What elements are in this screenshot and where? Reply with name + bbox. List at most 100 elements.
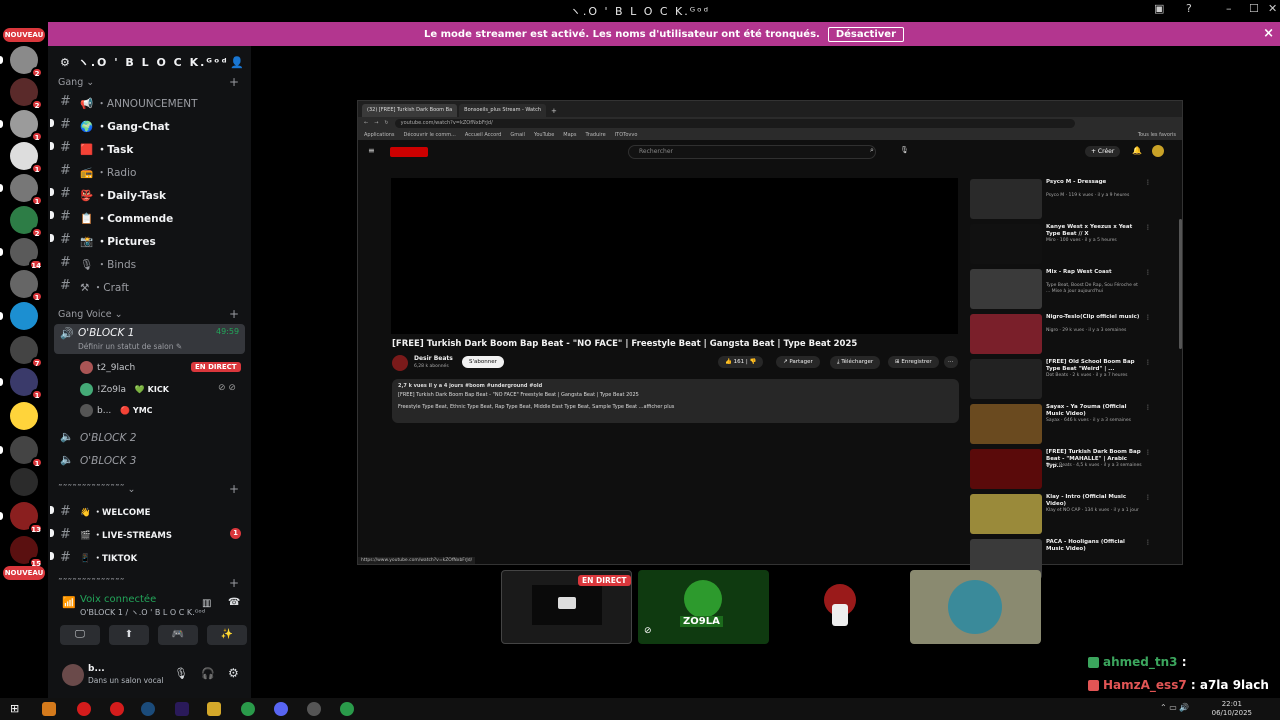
disconnect-icon[interactable]: ☎ — [228, 597, 240, 608]
bookmark-item[interactable]: Accueil Accord — [465, 132, 501, 138]
server-icon[interactable]: 14 — [0, 238, 43, 270]
account-avatar[interactable] — [1152, 145, 1164, 157]
chrome-icon-2[interactable] — [340, 702, 354, 716]
voice-channel-oblock-2[interactable]: 🔈 O'BLOCK 2 — [48, 428, 251, 448]
server-icon[interactable]: 2 — [10, 206, 43, 238]
channel-item[interactable]: # 📱 ・TIKTOK — [48, 548, 251, 568]
more-icon[interactable]: ⋮ — [1145, 539, 1151, 546]
youtube-logo[interactable] — [390, 147, 428, 157]
maximize-icon[interactable]: ☐ — [1249, 2, 1259, 15]
voice-user-2[interactable]: !Zo9la 💚 KICK — [80, 383, 169, 396]
add-channel-icon[interactable]: + — [229, 576, 239, 590]
start-icon[interactable]: ⊞ — [10, 702, 24, 716]
bookmark-item[interactable]: Découvrir le comm... — [404, 132, 456, 138]
notifications-icon[interactable]: 🔔 — [1132, 146, 1142, 155]
mic-icon[interactable]: 🎙 — [900, 146, 909, 154]
server-icon[interactable]: 13 — [0, 502, 43, 534]
category-gang-voice[interactable]: Gang Voice ⌄ + — [58, 307, 239, 321]
user-name[interactable]: b... — [88, 664, 105, 674]
obs-icon[interactable] — [307, 702, 321, 716]
recommendation-item[interactable]: [FREE] Old School Boom Bap Type Beat "We… — [970, 359, 1151, 399]
server-icon[interactable]: 2 — [10, 78, 43, 110]
voice-channel-active[interactable]: 🔊 O'BLOCK 1 49:59 Définir un statut de s… — [54, 324, 245, 354]
channel-item[interactable]: # 📻 ・Radio — [48, 161, 251, 181]
screen-share-button[interactable]: ⬆ — [109, 625, 149, 645]
opera-gx-icon[interactable] — [110, 702, 124, 716]
channel-item[interactable]: # 📸 ・Pictures — [48, 230, 251, 250]
subscribe-button[interactable]: S'abonner — [462, 356, 504, 368]
server-icon[interactable] — [10, 468, 38, 496]
recommendation-item[interactable]: Sayax - Ya 7ouma (Official Music Video) S… — [970, 404, 1151, 444]
video-button[interactable]: 🖵 — [60, 625, 100, 645]
bookmark-item[interactable]: Applications — [364, 132, 395, 138]
add-voice-channel-icon[interactable]: + — [229, 307, 239, 321]
microphone-icon[interactable]: 🎙 — [174, 667, 188, 680]
voice-location[interactable]: O'BLOCK 1 / ヽ.O ' B L O C K.ᴳᵒᵈ — [80, 607, 205, 618]
help-icon[interactable]: ? — [1186, 2, 1192, 15]
guild-header[interactable]: ⚙ ヽ.O ' B L O C K.ᴳᵒᵈ ⌄ 👤 — [48, 46, 251, 78]
category-fourth[interactable]: ˜˜˜˜˜˜˜˜˜˜˜˜˜˜ + — [58, 576, 239, 590]
forward-icon[interactable]: → — [374, 120, 378, 126]
voice-user-1[interactable]: t2_9lach — [80, 361, 135, 374]
share-button[interactable]: ↗ Partager — [776, 356, 820, 368]
create-button[interactable]: + Créer — [1085, 146, 1121, 157]
server-icon[interactable]: 1 — [10, 270, 43, 302]
server-icon[interactable]: 2 — [0, 46, 43, 78]
noise-suppression-icon[interactable]: ▥ — [202, 598, 211, 609]
bookmark-item[interactable]: ITOTovvo — [615, 132, 638, 138]
more-icon[interactable]: ⋮ — [1145, 179, 1151, 186]
channel-item[interactable]: # 👋 ・WELCOME — [48, 502, 251, 522]
steam-icon[interactable] — [141, 702, 155, 716]
tray-icons[interactable]: ⌃ ▭ 🔊 — [1160, 703, 1189, 712]
stream-tile-avatar[interactable] — [910, 570, 1041, 644]
inbox-icon[interactable]: ▣ — [1154, 2, 1164, 15]
opera-icon[interactable] — [77, 702, 91, 716]
bookmark-item[interactable]: Maps — [563, 132, 576, 138]
recommendation-item[interactable]: Nigro-Teslo(Clip officiel music) Nigro · … — [970, 314, 1151, 354]
activity-button[interactable]: 🎮 — [158, 625, 198, 645]
settings-icon[interactable]: ⚙ — [228, 666, 239, 680]
more-icon[interactable]: ⋮ — [1145, 224, 1151, 231]
address-bar[interactable]: youtube.com/watch?v=kZOfNxbFrJd/ — [394, 118, 1075, 128]
server-icon[interactable]: 7 — [10, 336, 43, 368]
server-icon[interactable]: 1 — [10, 142, 43, 174]
channel-name[interactable]: Desir Beats — [414, 355, 453, 362]
server-icon[interactable]: 1 — [0, 174, 43, 206]
stream-tile-screen[interactable]: EN DIRECT — [501, 570, 632, 644]
close-window-icon[interactable]: ✕ — [1268, 2, 1277, 15]
channel-item[interactable]: # 🟥 ・Task — [48, 138, 251, 158]
video-player[interactable] — [391, 178, 958, 334]
browser-tab-youtube[interactable]: (32) [FREE] Turkish Dark Boom Ba — [362, 104, 458, 117]
stream-tile-zo9la[interactable]: ZO9LA ⊘ — [638, 570, 769, 644]
new-tab-icon[interactable]: + — [551, 107, 557, 115]
premiere-icon[interactable] — [175, 702, 189, 716]
add-channel-icon[interactable]: + — [229, 75, 239, 89]
download-button[interactable]: ⤓ Télécharger — [830, 356, 881, 369]
hamburger-icon[interactable]: ≡ — [368, 146, 375, 155]
stream-browser-window[interactable]: (32) [FREE] Turkish Dark Boom Ba Bonsoei… — [357, 100, 1183, 579]
recommendation-item[interactable]: Psyco M - Dressage Psyco M · 119 k vues ·… — [970, 179, 1151, 219]
minimize-icon[interactable]: – — [1226, 2, 1232, 15]
add-member-icon[interactable]: 👤 — [230, 56, 246, 69]
recommendation-item[interactable]: Mix - Rap West Coast Type Beat, Boost De … — [970, 269, 1151, 309]
set-channel-status[interactable]: Définir un statut de salon ✎ — [78, 342, 182, 351]
recommendation-item[interactable]: Kanye West x Yeezus x Yeat Type Beat // … — [970, 224, 1151, 264]
channel-item[interactable]: # 📢 ・ANNOUNCEMENT — [48, 92, 251, 112]
more-actions-icon[interactable]: ⋯ — [944, 356, 958, 368]
channel-item[interactable]: # 🎬 ・LIVE-STREAMS 1 — [48, 525, 251, 545]
channel-item[interactable]: # 📋 ・Commende — [48, 207, 251, 227]
channel-avatar[interactable] — [392, 355, 408, 371]
browser-tab-kick[interactable]: Bonsoeils_plus Stream - Watch — [459, 104, 546, 117]
clock[interactable]: 22:01 06/10/2025 — [1212, 700, 1252, 718]
recommendation-item[interactable]: Klay - Intro (Official Music Video) Klay … — [970, 494, 1151, 534]
app-icon[interactable] — [42, 702, 56, 716]
soundboard-button[interactable]: ✨ — [207, 625, 247, 645]
add-channel-icon[interactable]: + — [229, 482, 239, 496]
bookmark-item[interactable]: YouTube — [534, 132, 554, 138]
file-explorer-icon[interactable] — [207, 702, 221, 716]
server-icon[interactable] — [10, 402, 38, 430]
category-third[interactable]: ˜˜˜˜˜˜˜˜˜˜˜˜˜˜ ⌄ + — [58, 482, 239, 496]
server-icon[interactable]: 15 — [10, 536, 43, 568]
more-icon[interactable]: ⋮ — [1145, 359, 1151, 366]
discord-icon[interactable] — [274, 702, 288, 716]
